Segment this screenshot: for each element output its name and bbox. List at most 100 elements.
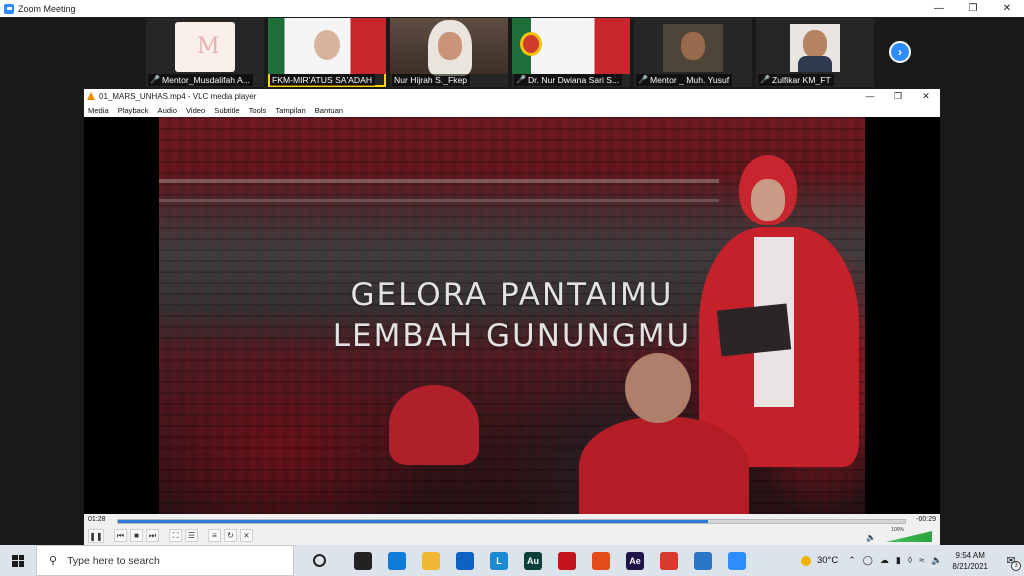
seek-progress [118, 520, 709, 523]
clock-date: 8/21/2021 [952, 561, 988, 571]
restore-icon[interactable]: ❐ [956, 0, 990, 17]
menu-playback[interactable]: Playback [118, 106, 149, 115]
chevron-up-icon[interactable]: ⌃ [848, 555, 856, 566]
audience-figure [579, 417, 749, 514]
taskbar-search-box[interactable]: ⚲ Type here to search [36, 545, 294, 576]
cloud-icon[interactable]: ☁ [880, 555, 889, 566]
next-button[interactable]: ⏭ [146, 529, 159, 542]
cortana-button[interactable] [302, 545, 336, 576]
launcher-l-taskbar-button[interactable]: L [482, 545, 516, 576]
participant-tile[interactable]: 🎤 Zulfikar KM_FT [756, 18, 874, 87]
start-button[interactable] [0, 545, 36, 576]
participant-name-tag: FKM-MIR'ATUS SA'ADAH [270, 74, 376, 86]
pause-button[interactable]: ❚❚ [88, 529, 104, 543]
playback-buttons: ❚❚ ⏮ ■ ⏭ ⛶ ☰ ≡ ↻ ⨯ [88, 529, 253, 543]
elapsed-time: 01:28 [88, 516, 106, 523]
volume-icon[interactable]: 🔈 [931, 555, 942, 566]
zoom-taskbar-button[interactable] [720, 545, 754, 576]
participant-tile[interactable]: 🎤 Dr. Nur Dwiana Sari S... [512, 18, 630, 87]
minimize-icon[interactable]: — [922, 0, 956, 17]
menu-audio[interactable]: Audio [158, 106, 177, 115]
mail-taskbar-button[interactable] [448, 545, 482, 576]
weather-widget[interactable]: 30°C [800, 555, 838, 566]
zoom-icon [728, 551, 746, 570]
search-icon: ⚲ [49, 555, 58, 567]
participant-name-tag: 🎤 Mentor_Musdalifah A... [148, 74, 253, 86]
office-taskbar-button[interactable] [584, 545, 618, 576]
next-page-button[interactable]: › [889, 41, 911, 63]
chrome-taskbar-button[interactable] [652, 545, 686, 576]
office-icon [592, 551, 610, 570]
remaining-time: -00:29 [916, 516, 936, 523]
meet-now-icon[interactable]: ◯ [863, 555, 873, 566]
mcafee-icon [558, 551, 576, 570]
volume-slider[interactable]: 🔈 100% [866, 527, 934, 543]
skip-forward-icon: ⏭ [148, 530, 157, 540]
video-frame: GELORA PANTAIMU LEMBAH GUNUNGMU [159, 117, 865, 514]
edge-taskbar-button[interactable] [380, 545, 414, 576]
taskbar-clock[interactable]: 9:54 AM 8/21/2021 [952, 550, 988, 572]
menu-video[interactable]: Video [186, 106, 205, 115]
participant-video [663, 24, 723, 72]
network-icon[interactable]: ◊ [908, 555, 912, 566]
participant-tile[interactable]: 🎤 Mentor _ Muh. Yusuf [634, 18, 752, 87]
monogram-m-icon: M [197, 34, 220, 59]
cortana-icon [312, 554, 326, 567]
battery-icon[interactable]: ▮ [896, 555, 901, 566]
notification-count: 3 [1011, 561, 1021, 571]
vlc-window-title: 01_MARS_UNHAS.mp4 - VLC media player [99, 91, 257, 101]
mcafee-taskbar-button[interactable] [550, 545, 584, 576]
wifi-icon[interactable]: ≈ [919, 555, 924, 566]
close-icon[interactable]: ✕ [912, 89, 940, 103]
edge-icon [388, 551, 406, 570]
audition-taskbar-button[interactable]: Au [516, 545, 550, 576]
zoom-window-title: Zoom Meeting [18, 3, 76, 14]
video-caption-line-1: GELORA PANTAIMU [350, 277, 674, 313]
file-explorer-taskbar-button[interactable] [414, 545, 448, 576]
vlc-cone-icon [87, 92, 95, 100]
zoom-window-controls: — ❐ ✕ [922, 0, 1024, 17]
mic-muted-icon: 🎤 [150, 75, 160, 84]
vlc-menubar: Media Playback Audio Video Subtitle Tool… [84, 103, 940, 117]
pause-icon: ❚❚ [89, 531, 103, 541]
close-icon[interactable]: ✕ [990, 0, 1024, 17]
notification-center-button[interactable]: ✉ 3 [998, 545, 1024, 576]
participant-shirt [798, 56, 832, 72]
volume-percent: 100% [891, 527, 904, 533]
stop-button[interactable]: ■ [130, 529, 143, 542]
participant-face [681, 32, 705, 60]
previous-button[interactable]: ⏮ [114, 529, 127, 542]
menu-media[interactable]: Media [88, 106, 109, 115]
zoom-app-icon [4, 3, 14, 14]
vlc-titlebar: 01_MARS_UNHAS.mp4 - VLC media player — ❐… [84, 89, 940, 103]
minimize-icon[interactable]: — [856, 89, 884, 103]
equalizer-icon: ☰ [187, 531, 196, 540]
participant-tile-active-speaker[interactable]: FKM-MIR'ATUS SA'ADAH [268, 18, 386, 87]
playlist-icon: ≡ [212, 531, 217, 540]
menu-tools[interactable]: Tools [249, 106, 267, 115]
launcher-l-icon: L [490, 551, 508, 570]
video-caption-line-2: LEMBAH GUNUNGMU [332, 318, 692, 354]
vlc-window-controls: — ❐ ✕ [856, 89, 940, 103]
seek-bar[interactable] [117, 519, 906, 524]
clock-time: 9:54 AM [955, 550, 985, 560]
loop-button[interactable]: ↻ [224, 529, 237, 542]
shuffle-button[interactable]: ⨯ [240, 529, 253, 542]
restore-icon[interactable]: ❐ [884, 89, 912, 103]
menu-subtitle[interactable]: Subtitle [214, 106, 239, 115]
participant-strip: M 🎤 Mentor_Musdalifah A... FKM-MIR'ATUS S… [146, 17, 918, 89]
participant-tile[interactable]: M 🎤 Mentor_Musdalifah A... [146, 18, 264, 87]
store-taskbar-button[interactable] [686, 545, 720, 576]
participant-tile[interactable]: Nur Hijrah S._Fkep [390, 18, 508, 87]
participant-face [803, 30, 827, 58]
vlc-controls: 01:28 -00:29 ❚❚ ⏮ ■ ⏭ ⛶ ☰ ≡ ↻ ⨯ 🔈 100% [84, 514, 940, 545]
fullscreen-button[interactable]: ⛶ [169, 529, 182, 542]
menu-bantuan[interactable]: Bantuan [315, 106, 343, 115]
menu-tampilan[interactable]: Tampilan [275, 106, 305, 115]
mail-icon [456, 551, 474, 570]
playlist-button[interactable]: ≡ [208, 529, 221, 542]
task-view-taskbar-button[interactable] [346, 545, 380, 576]
after-effects-taskbar-button[interactable]: Ae [618, 545, 652, 576]
video-area[interactable]: GELORA PANTAIMU LEMBAH GUNUNGMU [84, 117, 940, 514]
extended-settings-button[interactable]: ☰ [185, 529, 198, 542]
